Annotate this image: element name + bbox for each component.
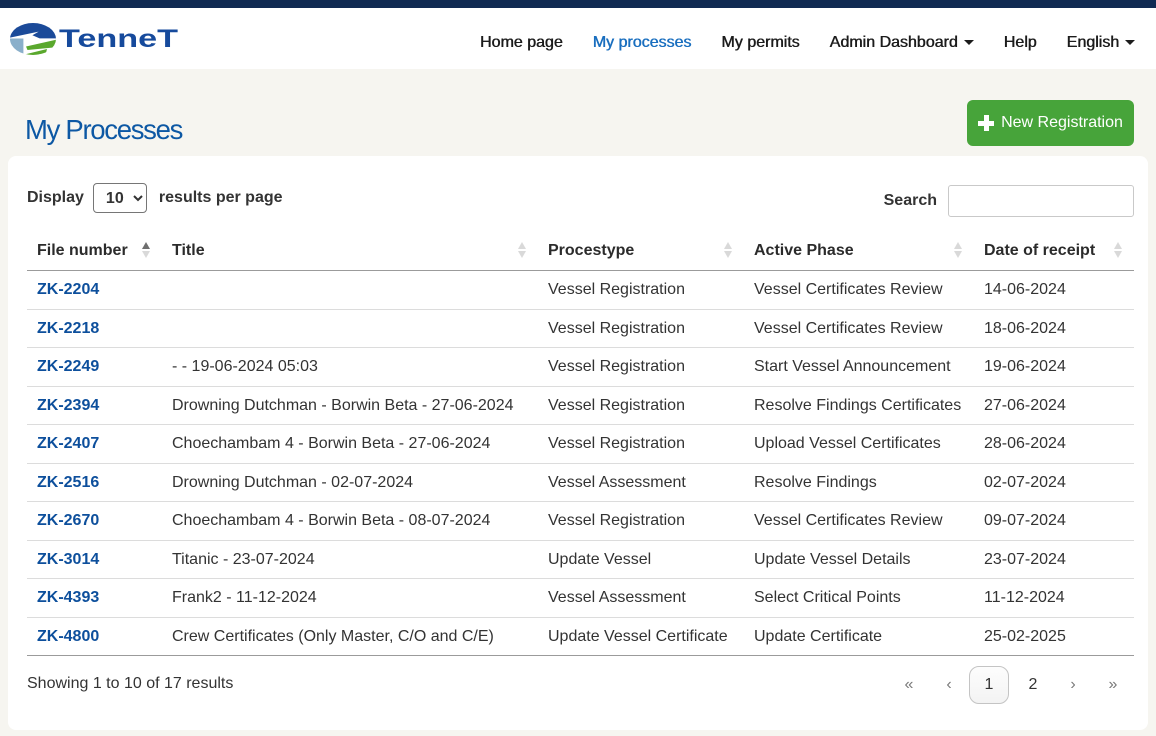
svg-text:TenneT: TenneT <box>59 25 178 53</box>
